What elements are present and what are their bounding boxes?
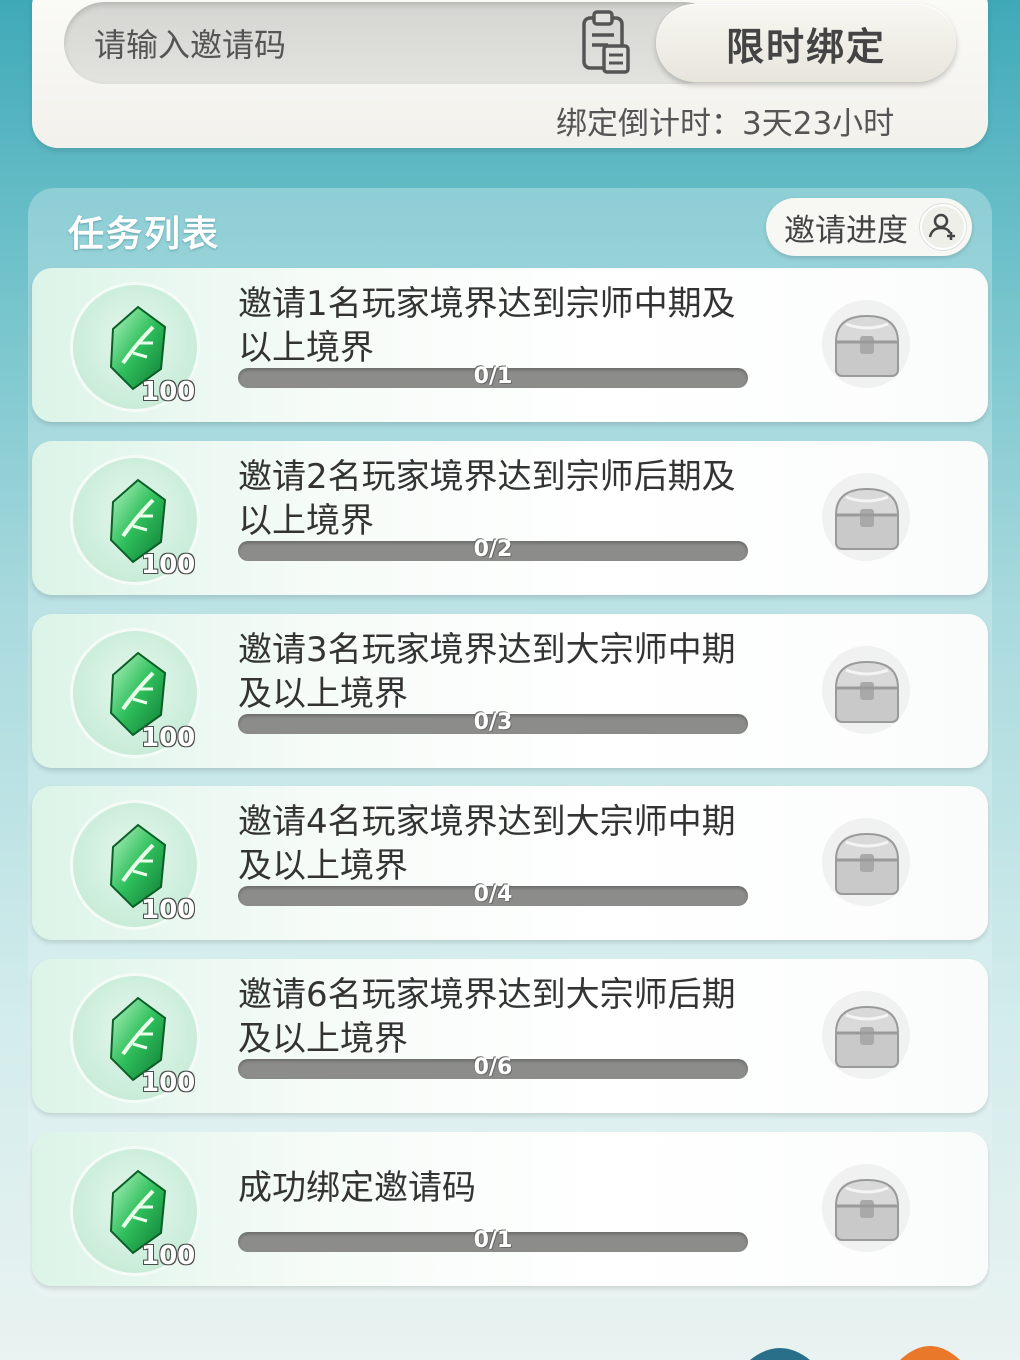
reward-slot[interactable]: 100: [70, 1146, 200, 1276]
reward-count: 100: [141, 895, 196, 926]
task-title: 邀请4名玩家境界达到大宗师中期及以上境界: [238, 802, 736, 887]
bind-countdown: 绑定倒计时： 3天23小时: [556, 98, 894, 143]
task-item: 100 成功绑定邀请码 0/1: [32, 1132, 988, 1286]
bottom-ornaments: [750, 1346, 960, 1360]
task-item: 100 邀请2名玩家境界达到宗师后期及以上境界 0/2: [32, 440, 988, 595]
task-progress-text: 0/6: [473, 1055, 513, 1081]
task-progress-bar: 0/4: [238, 882, 748, 907]
task-progress-bar: 0/1: [238, 364, 748, 389]
reward-count: 100: [141, 1068, 196, 1099]
task-title: 邀请3名玩家境界达到大宗师中期及以上境界: [238, 629, 736, 714]
task-progress-text: 0/4: [473, 882, 513, 908]
task-item: 100 邀请1名玩家境界达到宗师中期及以上境界 0/1: [32, 268, 988, 422]
task-progress-bar: 0/3: [238, 710, 748, 735]
invite-progress-label: 邀请进度: [784, 212, 908, 249]
reward-slot[interactable]: 100: [70, 454, 200, 585]
task-progress-bar: 0/2: [238, 537, 748, 562]
task-list-title: 任务列表: [68, 214, 221, 255]
treasure-chest-icon[interactable]: [816, 294, 916, 394]
task-progress-bar: 0/1: [238, 1228, 748, 1253]
reward-count: 100: [141, 722, 196, 753]
invite-code-placeholder: 请输入邀请码: [94, 26, 287, 64]
reward-count: 100: [141, 377, 196, 407]
task-item: 100 邀请6名玩家境界达到大宗师后期及以上境界 0/6: [32, 959, 988, 1114]
clipboard-icon[interactable]: [578, 8, 632, 74]
countdown-label: 绑定倒计时：: [556, 106, 742, 142]
person-add-icon: [920, 204, 966, 250]
treasure-chest-icon[interactable]: [816, 467, 916, 567]
treasure-chest-icon[interactable]: [816, 1158, 916, 1258]
task-progress-bar: 0/6: [238, 1055, 748, 1080]
task-progress-text: 0/1: [473, 364, 513, 389]
task-title: 邀请1名玩家境界达到宗师中期及以上境界: [238, 284, 736, 368]
task-progress-text: 0/3: [473, 709, 513, 735]
treasure-chest-icon[interactable]: [816, 640, 916, 740]
reward-count: 100: [141, 549, 196, 580]
task-title: 邀请2名玩家境界达到宗师后期及以上境界: [238, 456, 736, 541]
reward-slot[interactable]: 100: [70, 627, 200, 758]
task-progress-text: 0/1: [473, 1228, 513, 1253]
invite-progress-button[interactable]: 邀请进度: [766, 198, 972, 256]
task-item: 100 邀请3名玩家境界达到大宗师中期及以上境界 0/3: [32, 613, 988, 768]
task-title: 成功绑定邀请码: [238, 1168, 476, 1208]
reward-slot[interactable]: 100: [70, 973, 200, 1104]
reward-slot[interactable]: 100: [70, 800, 200, 931]
task-progress-text: 0/2: [473, 536, 513, 562]
limited-bind-button[interactable]: 限时绑定: [656, 4, 956, 82]
treasure-chest-icon[interactable]: [816, 985, 916, 1085]
task-title: 邀请6名玩家境界达到大宗师后期及以上境界: [238, 975, 736, 1060]
task-item: 100 邀请4名玩家境界达到大宗师中期及以上境界 0/4: [32, 786, 988, 941]
reward-slot[interactable]: 100: [70, 282, 200, 412]
countdown-value: 3天23小时: [742, 106, 895, 142]
treasure-chest-icon[interactable]: [816, 812, 916, 912]
reward-count: 100: [141, 1241, 196, 1271]
